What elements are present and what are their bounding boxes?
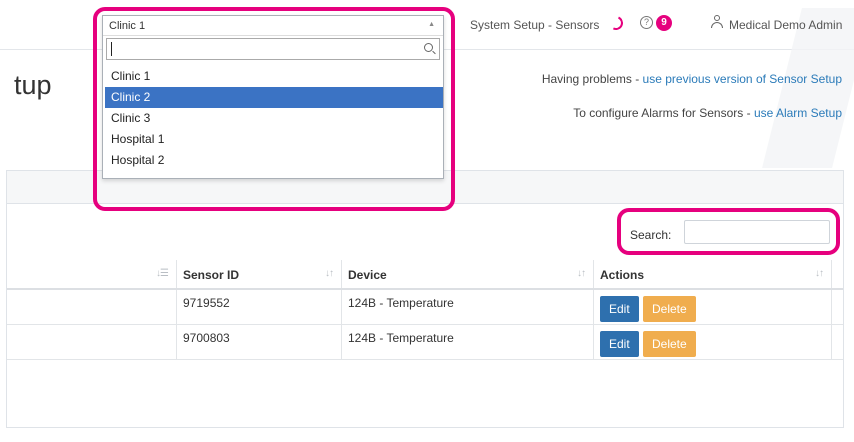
- page-title: tup: [14, 70, 52, 100]
- column-header-sensor-id[interactable]: Sensor ID ↓↑: [177, 260, 342, 288]
- help-line-previous-version: Having problems - use previous version o…: [542, 72, 842, 86]
- device-cell: 124B - Temperature: [342, 290, 594, 324]
- help-line-alarm-setup: To configure Alarms for Sensors - use Al…: [573, 106, 842, 120]
- delete-button[interactable]: Delete: [643, 296, 696, 322]
- highlight-dropdown: [93, 7, 455, 211]
- column-header-name[interactable]: ↓☰: [7, 260, 177, 288]
- sort-desc-icon[interactable]: ↓☰: [156, 268, 169, 279]
- decorative-shape: [762, 8, 854, 168]
- user-icon[interactable]: [711, 15, 723, 29]
- breadcrumb[interactable]: System Setup - Sensors: [470, 18, 599, 32]
- edit-button[interactable]: Edit: [600, 296, 639, 322]
- column-label: Sensor ID: [183, 268, 240, 282]
- sort-icon[interactable]: ↓↑: [815, 268, 824, 279]
- help-icon[interactable]: ?: [640, 16, 653, 29]
- highlight-search: [617, 208, 840, 255]
- name-cell: [7, 290, 177, 324]
- notification-badge[interactable]: 9: [656, 15, 672, 31]
- loading-spinner-icon: [607, 14, 625, 32]
- column-header-device[interactable]: Device ↓↑: [342, 260, 594, 288]
- help-line-prefix: To configure Alarms for Sensors -: [573, 106, 754, 120]
- name-cell: [7, 325, 177, 359]
- column-header-actions[interactable]: Actions ↓↑: [594, 260, 832, 288]
- user-menu[interactable]: Medical Demo Admin: [729, 18, 842, 32]
- table-header: ↓☰ Sensor ID ↓↑ Device ↓↑ Actions ↓↑: [7, 260, 843, 290]
- alarm-setup-link[interactable]: use Alarm Setup: [754, 106, 842, 120]
- help-line-prefix: Having problems -: [541, 72, 643, 86]
- table-row: 9719552 124B - Temperature Edit Delete: [7, 290, 843, 325]
- column-label: Actions: [600, 268, 645, 282]
- table-row: 9700803 124B - Temperature Edit Delete: [7, 325, 843, 360]
- edit-button[interactable]: Edit: [600, 331, 639, 357]
- sort-icon[interactable]: ↓↑: [577, 268, 586, 279]
- sort-icon[interactable]: ↓↑: [325, 268, 334, 279]
- previous-version-link[interactable]: use previous version of Sensor Setup: [643, 72, 842, 86]
- actions-cell: Edit Delete: [594, 325, 832, 359]
- sensor-id-cell: 9700803: [177, 325, 342, 359]
- device-cell: 124B - Temperature: [342, 325, 594, 359]
- sensor-id-cell: 9719552: [177, 290, 342, 324]
- column-label: Device: [348, 268, 387, 282]
- delete-button[interactable]: Delete: [643, 331, 696, 357]
- actions-cell: Edit Delete: [594, 290, 832, 324]
